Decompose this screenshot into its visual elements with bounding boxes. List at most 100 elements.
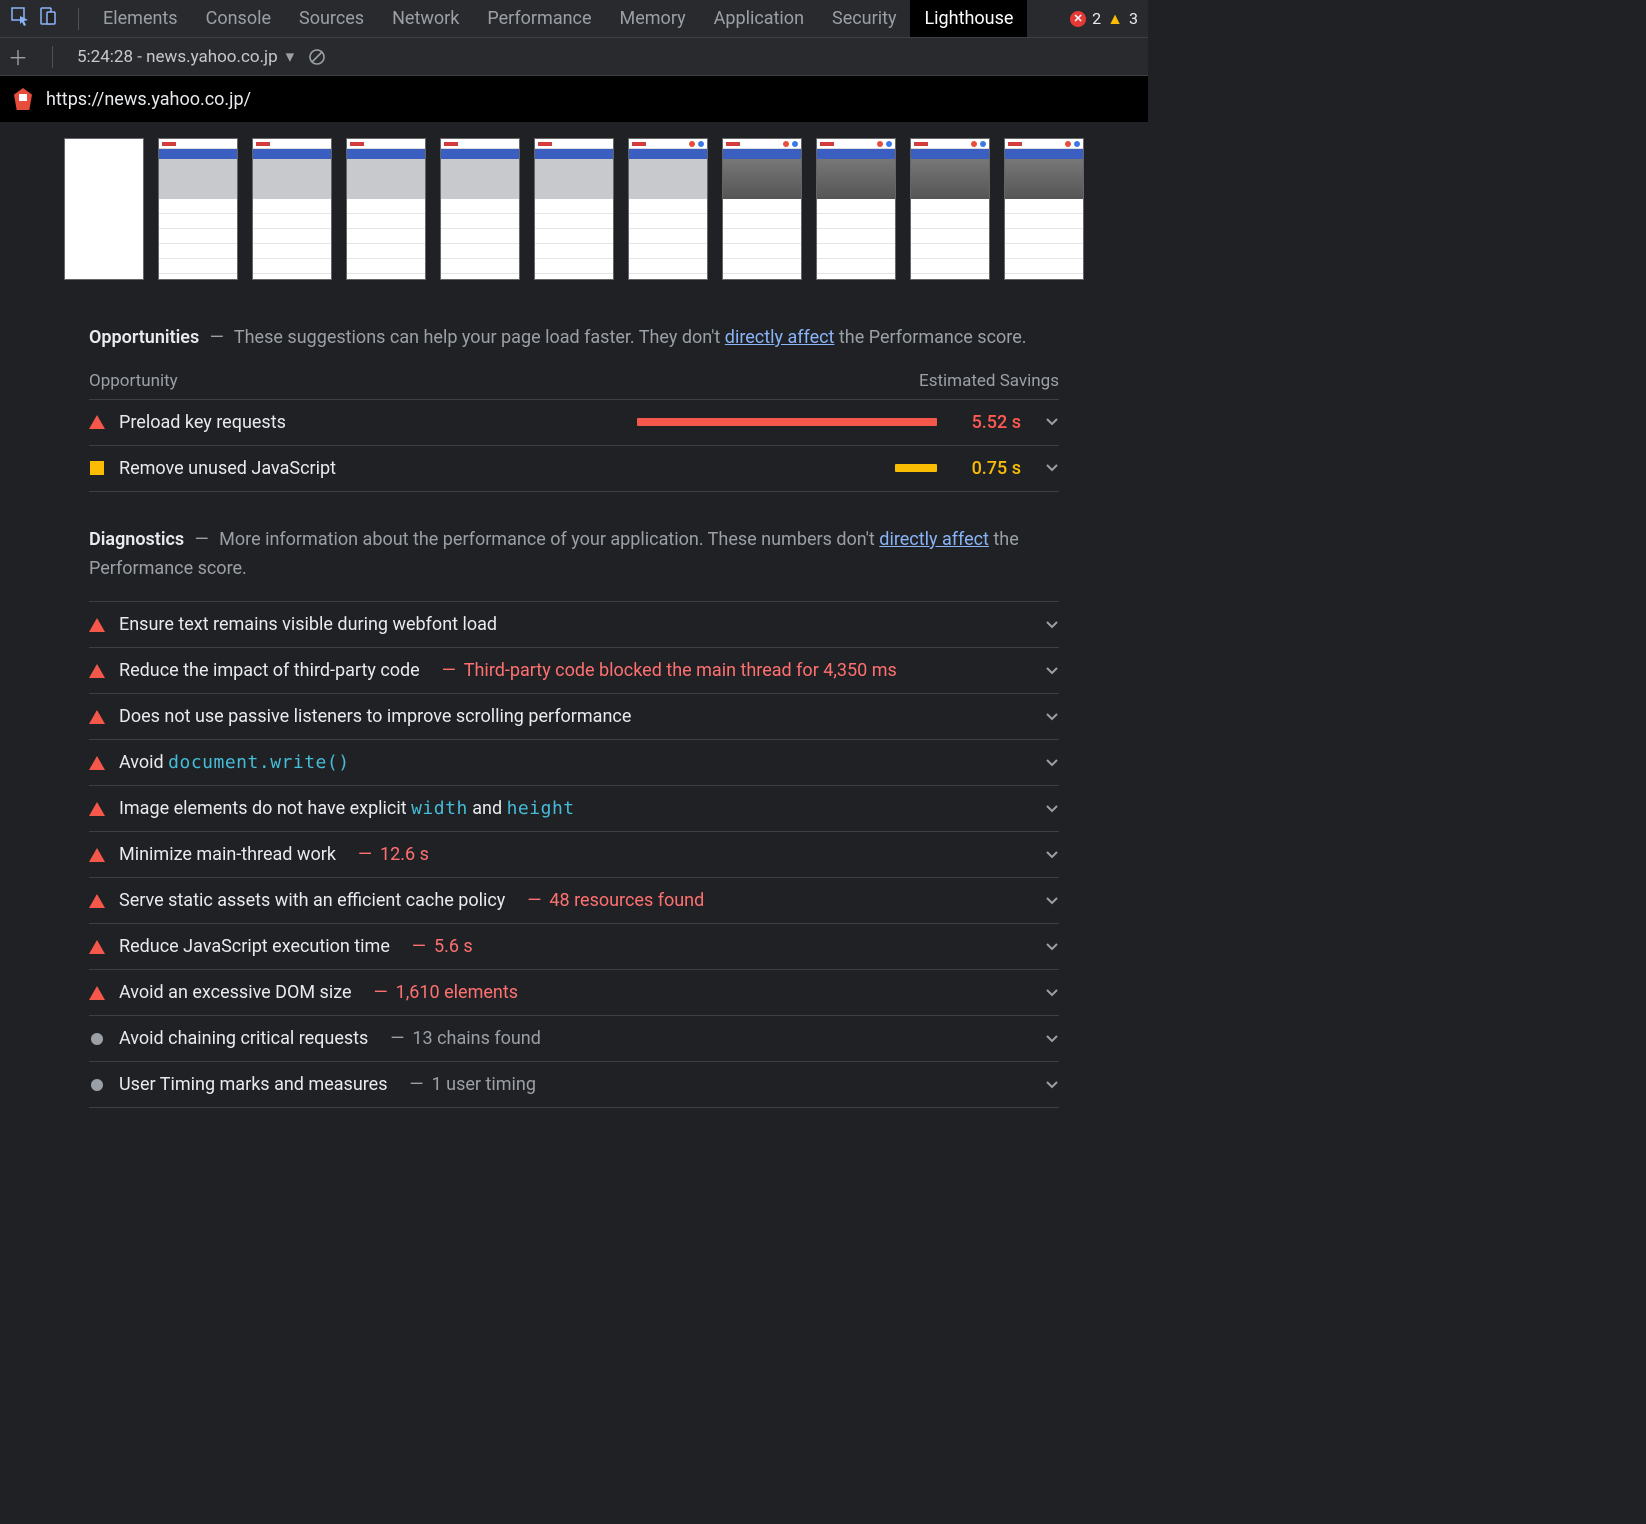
chevron-down-icon bbox=[1045, 415, 1059, 429]
triangle-red-icon bbox=[89, 894, 105, 908]
diagnostic-detail: —5.6 s bbox=[404, 936, 473, 957]
tab-memory[interactable]: Memory bbox=[606, 0, 700, 37]
inspect-icon[interactable] bbox=[10, 6, 30, 31]
clear-icon[interactable] bbox=[308, 48, 326, 66]
diagnostic-row[interactable]: Ensure text remains visible during webfo… bbox=[89, 601, 1059, 647]
opportunity-title: Remove unused JavaScript bbox=[119, 458, 336, 479]
report-url-bar: https://news.yahoo.co.jp/ bbox=[0, 76, 1148, 122]
filmstrip-frame[interactable] bbox=[346, 138, 426, 280]
opportunities-desc-post: the Performance score. bbox=[834, 327, 1026, 348]
filmstrip-frame[interactable] bbox=[440, 138, 520, 280]
filmstrip-frame[interactable] bbox=[910, 138, 990, 280]
triangle-red-icon bbox=[89, 710, 105, 724]
diagnostic-row[interactable]: Serve static assets with an efficient ca… bbox=[89, 877, 1059, 923]
diagnostic-detail: —12.6 s bbox=[350, 844, 429, 865]
opp-col-name: Opportunity bbox=[89, 371, 178, 391]
tab-sources[interactable]: Sources bbox=[285, 0, 378, 37]
diagnostic-title: Image elements do not have explicit widt… bbox=[119, 798, 575, 819]
tab-network[interactable]: Network bbox=[378, 0, 473, 37]
report-url: https://news.yahoo.co.jp/ bbox=[46, 89, 251, 110]
diagnostic-row[interactable]: Avoid an excessive DOM size—1,610 elemen… bbox=[89, 969, 1059, 1015]
diagnostic-title: Avoid document.write() bbox=[119, 752, 350, 773]
triangle-red-icon bbox=[89, 664, 105, 678]
status-counters[interactable]: ✕ 2 ▲ 3 bbox=[1070, 9, 1148, 29]
diagnostic-title: Minimize main-thread work bbox=[119, 844, 336, 865]
diagnostic-row[interactable]: Does not use passive listeners to improv… bbox=[89, 693, 1059, 739]
opportunity-title: Preload key requests bbox=[119, 412, 286, 433]
opportunity-bar bbox=[637, 418, 937, 426]
tab-lighthouse[interactable]: Lighthouse bbox=[910, 0, 1027, 37]
chevron-down-icon bbox=[1045, 710, 1059, 724]
diagnostic-row[interactable]: Reduce JavaScript execution time—5.6 s bbox=[89, 923, 1059, 969]
diagnostic-detail: —48 resources found bbox=[519, 890, 704, 911]
filmstrip-frame[interactable] bbox=[534, 138, 614, 280]
chevron-down-icon bbox=[1045, 461, 1059, 475]
diagnostic-row[interactable]: Reduce the impact of third-party code —Th… bbox=[89, 647, 1059, 693]
diagnostic-title: Avoid chaining critical requests bbox=[119, 1028, 368, 1049]
diagnostic-title: Does not use passive listeners to improv… bbox=[119, 706, 631, 727]
filmstrip-frame[interactable] bbox=[252, 138, 332, 280]
report-selector[interactable]: 5:24:28 - news.yahoo.co.jp ▾ bbox=[77, 47, 294, 67]
opportunity-bar bbox=[895, 464, 937, 472]
opportunities-desc-pre: These suggestions can help your page loa… bbox=[234, 327, 725, 348]
diagnostics-section: Diagnostics — More information about the… bbox=[89, 526, 1059, 1109]
diagnostics-desc-link[interactable]: directly affect bbox=[879, 529, 989, 550]
report-selector-label: 5:24:28 - news.yahoo.co.jp bbox=[77, 47, 278, 67]
diagnostic-title: User Timing marks and measures bbox=[119, 1074, 388, 1095]
devtools-tabs: Elements Console Sources Network Perform… bbox=[89, 0, 1027, 37]
diagnostic-detail: —13 chains found bbox=[382, 1028, 541, 1049]
device-toggle-icon[interactable] bbox=[38, 6, 58, 31]
devtools-tab-bar: Elements Console Sources Network Perform… bbox=[0, 0, 1148, 38]
tab-security[interactable]: Security bbox=[818, 0, 910, 37]
filmstrip-frame[interactable] bbox=[158, 138, 238, 280]
chevron-down-icon bbox=[1045, 986, 1059, 1000]
filmstrip bbox=[20, 138, 1128, 280]
opportunity-value: 5.52 s bbox=[951, 412, 1021, 433]
opportunities-desc-link[interactable]: directly affect bbox=[725, 327, 835, 348]
tab-performance[interactable]: Performance bbox=[473, 0, 605, 37]
circle-gray-icon bbox=[91, 1033, 103, 1045]
opportunity-row[interactable]: Remove unused JavaScript 0.75 s bbox=[89, 445, 1059, 492]
chevron-down-icon: ▾ bbox=[286, 47, 295, 67]
diagnostic-title: Ensure text remains visible during webfo… bbox=[119, 614, 497, 635]
error-count: 2 bbox=[1092, 9, 1101, 28]
diagnostic-row[interactable]: Minimize main-thread work —12.6 s bbox=[89, 831, 1059, 877]
diagnostic-title: Avoid an excessive DOM size bbox=[119, 982, 352, 1003]
tab-application[interactable]: Application bbox=[700, 0, 818, 37]
warning-count: 3 bbox=[1129, 9, 1138, 28]
diagnostic-row[interactable]: Image elements do not have explicit widt… bbox=[89, 785, 1059, 831]
tab-console[interactable]: Console bbox=[192, 0, 285, 37]
filmstrip-frame[interactable] bbox=[816, 138, 896, 280]
filmstrip-frame[interactable] bbox=[64, 138, 144, 280]
triangle-red-icon bbox=[89, 986, 105, 1000]
lighthouse-icon bbox=[14, 88, 32, 110]
square-yellow-icon bbox=[90, 461, 104, 475]
filmstrip-frame[interactable] bbox=[722, 138, 802, 280]
opportunity-row[interactable]: Preload key requests 5.52 s bbox=[89, 399, 1059, 445]
triangle-red-icon bbox=[89, 618, 105, 632]
error-icon: ✕ bbox=[1070, 11, 1086, 27]
opportunities-title: Opportunities bbox=[89, 327, 199, 348]
chevron-down-icon bbox=[1045, 940, 1059, 954]
circle-gray-icon bbox=[91, 1079, 103, 1091]
triangle-red-icon bbox=[89, 940, 105, 954]
chevron-down-icon bbox=[1045, 1078, 1059, 1092]
diagnostic-row[interactable]: Avoid chaining critical requests —13 chai… bbox=[89, 1015, 1059, 1061]
chevron-down-icon bbox=[1045, 664, 1059, 678]
filmstrip-frame[interactable] bbox=[628, 138, 708, 280]
triangle-red-icon bbox=[89, 756, 105, 770]
chevron-down-icon bbox=[1045, 848, 1059, 862]
diagnostics-desc-pre: More information about the performance o… bbox=[219, 529, 879, 550]
diagnostic-detail: —Third-party code blocked the main threa… bbox=[434, 660, 897, 681]
opportunities-section: Opportunities — These suggestions can he… bbox=[89, 324, 1059, 492]
tab-elements[interactable]: Elements bbox=[89, 0, 192, 37]
diagnostic-row[interactable]: User Timing marks and measures—1 user ti… bbox=[89, 1061, 1059, 1108]
diagnostic-row[interactable]: Avoid document.write() bbox=[89, 739, 1059, 785]
diagnostics-title: Diagnostics bbox=[89, 529, 184, 550]
lighthouse-toolbar: ＋ 5:24:28 - news.yahoo.co.jp ▾ bbox=[0, 38, 1148, 76]
new-report-icon[interactable]: ＋ bbox=[8, 42, 28, 71]
chevron-down-icon bbox=[1045, 1032, 1059, 1046]
diagnostic-title: Serve static assets with an efficient ca… bbox=[119, 890, 505, 911]
filmstrip-frame[interactable] bbox=[1004, 138, 1084, 280]
diagnostic-title: Reduce the impact of third-party code bbox=[119, 660, 420, 681]
